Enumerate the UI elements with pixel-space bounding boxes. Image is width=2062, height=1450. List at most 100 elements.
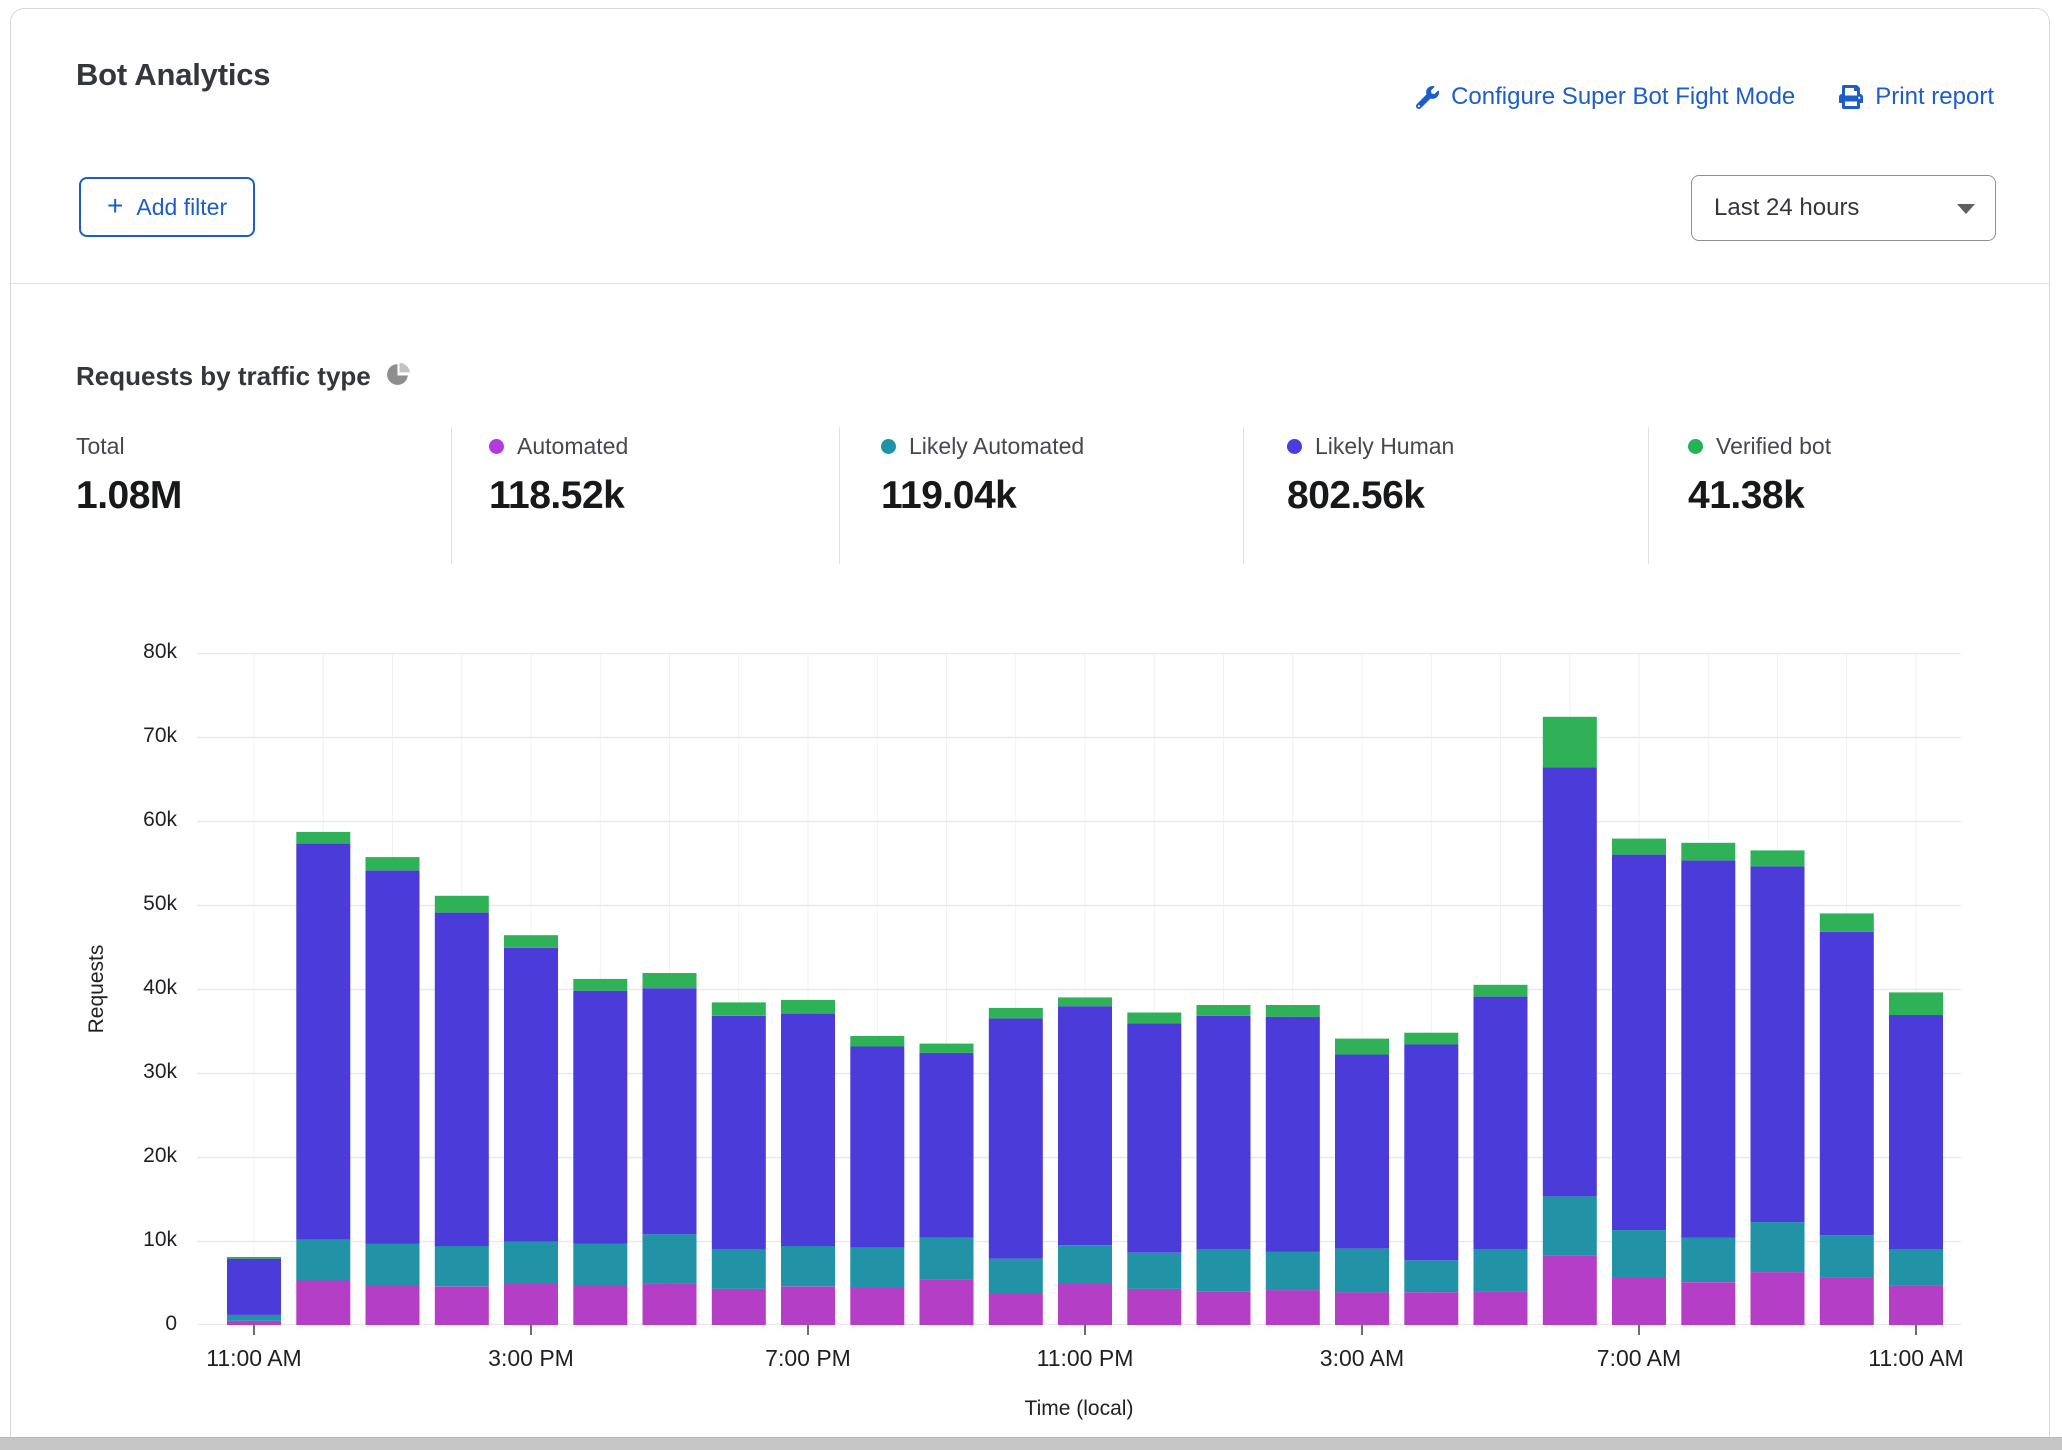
bar-segment-automated[interactable] xyxy=(573,1286,627,1326)
bar-segment-likely-automated[interactable] xyxy=(1404,1260,1458,1292)
bar-segment-verified-bot[interactable] xyxy=(504,935,558,948)
bar-segment-likely-human[interactable] xyxy=(1751,866,1805,1222)
bar-segment-likely-automated[interactable] xyxy=(227,1315,281,1321)
bar-segment-verified-bot[interactable] xyxy=(712,1002,766,1015)
bar-segment-likely-automated[interactable] xyxy=(1335,1249,1389,1293)
bar-segment-likely-automated[interactable] xyxy=(1266,1252,1320,1290)
bar-segment-verified-bot[interactable] xyxy=(227,1257,281,1259)
bar-segment-likely-human[interactable] xyxy=(296,843,350,1239)
bar-segment-likely-automated[interactable] xyxy=(920,1238,974,1280)
bar-segment-likely-automated[interactable] xyxy=(850,1248,904,1288)
bar-segment-likely-automated[interactable] xyxy=(1612,1230,1666,1278)
bar-segment-automated[interactable] xyxy=(435,1286,489,1325)
bar-segment-likely-human[interactable] xyxy=(1127,1023,1181,1252)
bar-segment-likely-automated[interactable] xyxy=(504,1242,558,1283)
bar-segment-likely-human[interactable] xyxy=(227,1259,281,1315)
bar-segment-automated[interactable] xyxy=(1681,1282,1735,1325)
bar-segment-verified-bot[interactable] xyxy=(643,973,697,988)
bar-segment-verified-bot[interactable] xyxy=(1266,1005,1320,1017)
bar-segment-automated[interactable] xyxy=(1889,1285,1943,1325)
bar-segment-likely-human[interactable] xyxy=(781,1013,835,1246)
bar-segment-automated[interactable] xyxy=(850,1288,904,1325)
bar-segment-automated[interactable] xyxy=(1543,1255,1597,1325)
bar-segment-verified-bot[interactable] xyxy=(1058,997,1112,1006)
bar-segment-automated[interactable] xyxy=(643,1284,697,1325)
bar-segment-automated[interactable] xyxy=(1266,1290,1320,1325)
bar-segment-likely-automated[interactable] xyxy=(296,1239,350,1280)
bar-segment-automated[interactable] xyxy=(1404,1292,1458,1325)
bar-segment-verified-bot[interactable] xyxy=(920,1044,974,1053)
bar-segment-verified-bot[interactable] xyxy=(573,979,627,991)
bar-segment-verified-bot[interactable] xyxy=(1543,717,1597,767)
bar-segment-likely-automated[interactable] xyxy=(1474,1249,1528,1291)
bar-segment-automated[interactable] xyxy=(920,1280,974,1325)
bar-segment-automated[interactable] xyxy=(1751,1272,1805,1325)
bar-segment-likely-automated[interactable] xyxy=(1543,1197,1597,1256)
bar-segment-verified-bot[interactable] xyxy=(296,832,350,843)
bar-segment-likely-automated[interactable] xyxy=(1820,1235,1874,1277)
bar-segment-likely-human[interactable] xyxy=(573,991,627,1244)
bar-segment-verified-bot[interactable] xyxy=(989,1008,1043,1019)
horizontal-scrollbar[interactable] xyxy=(0,1437,2062,1450)
bar-segment-likely-human[interactable] xyxy=(435,913,489,1247)
bar-segment-likely-automated[interactable] xyxy=(573,1244,627,1286)
bar-segment-automated[interactable] xyxy=(366,1286,420,1326)
bar-segment-likely-automated[interactable] xyxy=(643,1234,697,1284)
bar-segment-automated[interactable] xyxy=(1335,1292,1389,1325)
bar-segment-verified-bot[interactable] xyxy=(1820,913,1874,932)
bar-segment-likely-human[interactable] xyxy=(1820,932,1874,1235)
bar-segment-likely-automated[interactable] xyxy=(1681,1238,1735,1283)
bar-segment-likely-automated[interactable] xyxy=(712,1249,766,1289)
bar-segment-likely-automated[interactable] xyxy=(1058,1245,1112,1283)
bar-segment-verified-bot[interactable] xyxy=(1197,1005,1251,1016)
bar-segment-likely-human[interactable] xyxy=(1266,1017,1320,1252)
bar-segment-automated[interactable] xyxy=(1612,1278,1666,1325)
bar-segment-verified-bot[interactable] xyxy=(366,857,420,870)
bar-segment-likely-automated[interactable] xyxy=(1197,1249,1251,1291)
bar-segment-likely-human[interactable] xyxy=(1404,1044,1458,1260)
bar-segment-verified-bot[interactable] xyxy=(435,896,489,913)
add-filter-button[interactable]: + Add filter xyxy=(79,177,255,237)
bar-segment-automated[interactable] xyxy=(1820,1277,1874,1325)
bar-segment-likely-human[interactable] xyxy=(1612,855,1666,1231)
bar-segment-likely-automated[interactable] xyxy=(1889,1249,1943,1285)
configure-super-bot-fight-mode-link[interactable]: Configure Super Bot Fight Mode xyxy=(1416,83,1795,111)
bar-segment-automated[interactable] xyxy=(1474,1291,1528,1325)
bar-segment-likely-human[interactable] xyxy=(366,871,420,1244)
bar-segment-automated[interactable] xyxy=(296,1281,350,1326)
bar-segment-likely-automated[interactable] xyxy=(1751,1222,1805,1272)
bar-segment-automated[interactable] xyxy=(504,1283,558,1325)
bar-segment-likely-human[interactable] xyxy=(1197,1016,1251,1250)
bar-segment-verified-bot[interactable] xyxy=(850,1036,904,1047)
bar-segment-automated[interactable] xyxy=(1058,1283,1112,1325)
bar-segment-likely-automated[interactable] xyxy=(435,1246,489,1286)
bar-segment-likely-automated[interactable] xyxy=(989,1259,1043,1294)
bar-segment-likely-automated[interactable] xyxy=(781,1246,835,1286)
bar-segment-verified-bot[interactable] xyxy=(781,1000,835,1013)
bar-segment-likely-human[interactable] xyxy=(920,1053,974,1238)
bar-segment-verified-bot[interactable] xyxy=(1127,1013,1181,1024)
bar-segment-verified-bot[interactable] xyxy=(1751,850,1805,866)
bar-segment-automated[interactable] xyxy=(1127,1289,1181,1325)
bar-segment-verified-bot[interactable] xyxy=(1612,839,1666,855)
bar-segment-likely-human[interactable] xyxy=(1543,767,1597,1196)
bar-segment-likely-human[interactable] xyxy=(989,1018,1043,1258)
bar-segment-likely-human[interactable] xyxy=(1335,1055,1389,1249)
bar-segment-likely-human[interactable] xyxy=(1889,1015,1943,1249)
bar-segment-automated[interactable] xyxy=(1197,1292,1251,1325)
bar-segment-likely-automated[interactable] xyxy=(366,1244,420,1286)
bar-segment-likely-automated[interactable] xyxy=(1127,1253,1181,1289)
bar-segment-verified-bot[interactable] xyxy=(1335,1039,1389,1055)
bar-segment-automated[interactable] xyxy=(712,1289,766,1325)
bar-segment-verified-bot[interactable] xyxy=(1681,843,1735,861)
bar-segment-likely-human[interactable] xyxy=(504,948,558,1242)
bar-segment-likely-human[interactable] xyxy=(1058,1006,1112,1245)
time-range-select[interactable]: Last 24 hours xyxy=(1691,175,1996,241)
bar-segment-automated[interactable] xyxy=(989,1294,1043,1326)
print-report-link[interactable]: Print report xyxy=(1839,83,1994,111)
bar-segment-verified-bot[interactable] xyxy=(1474,985,1528,997)
bar-segment-likely-human[interactable] xyxy=(850,1047,904,1248)
bar-segment-likely-human[interactable] xyxy=(643,988,697,1234)
bar-segment-verified-bot[interactable] xyxy=(1889,992,1943,1015)
bar-segment-verified-bot[interactable] xyxy=(1404,1033,1458,1045)
